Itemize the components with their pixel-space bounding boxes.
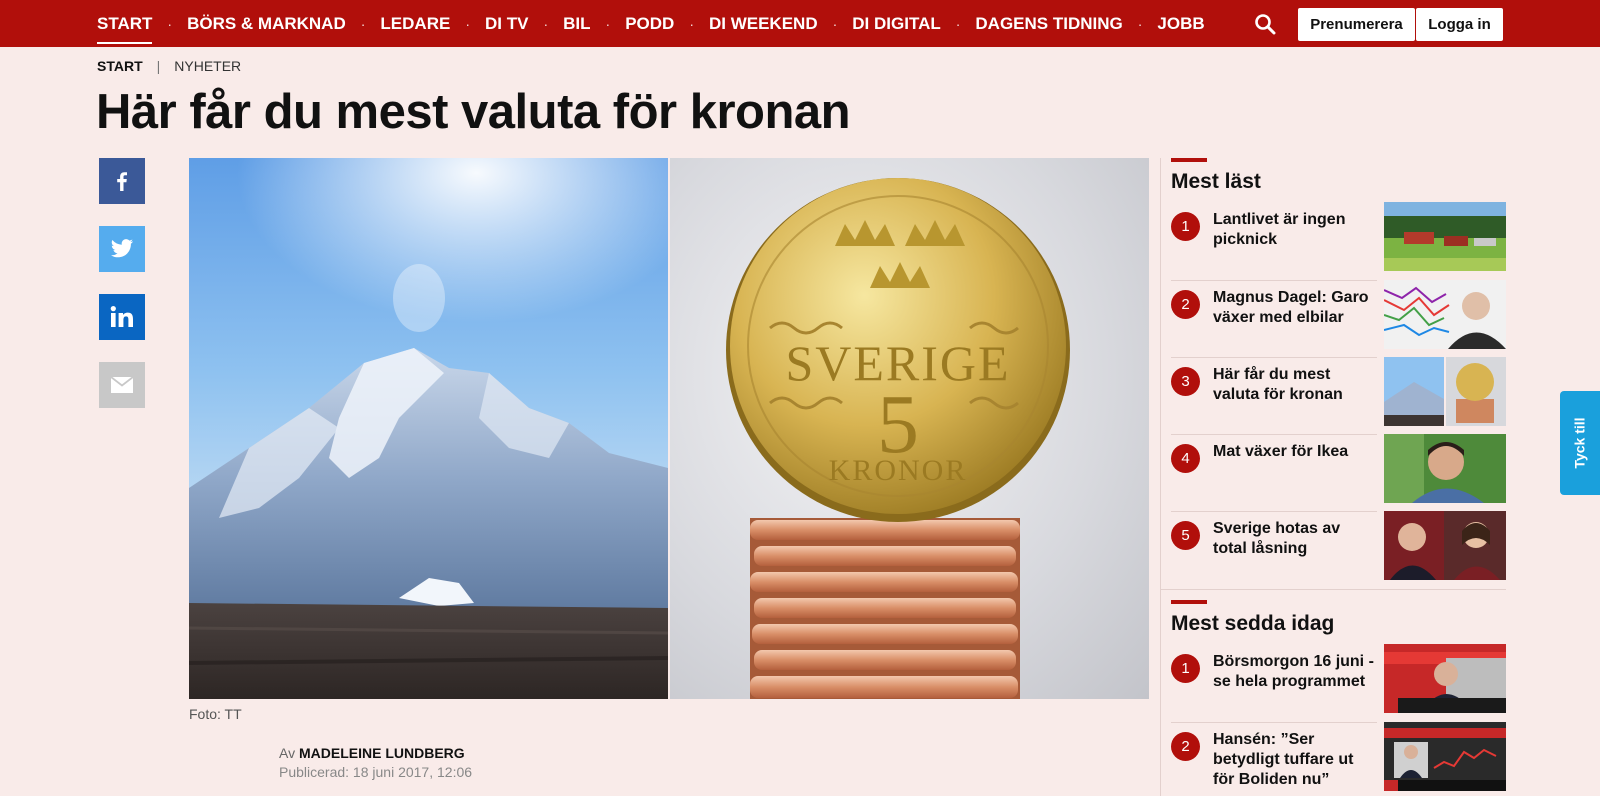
rank-badge: 1 xyxy=(1171,654,1200,683)
most-read-headline[interactable]: Här får du mest valuta för kronan xyxy=(1213,365,1376,405)
breadcrumb-section[interactable]: NYHETER xyxy=(174,58,241,74)
nav-ledare[interactable]: LEDARE xyxy=(380,14,450,34)
most-read-item[interactable]: 5 Sverige hotas av total låsning xyxy=(1171,511,1506,588)
breadcrumb: START | NYHETER xyxy=(97,58,241,74)
most-read-headline[interactable]: Sverige hotas av total låsning xyxy=(1213,519,1376,559)
most-viewed-headline[interactable]: Börsmorgon 16 juni - se hela programmet xyxy=(1213,652,1376,692)
nav-separator: · xyxy=(605,15,611,32)
sidebar-divider xyxy=(1160,158,1161,796)
linkedin-share-button[interactable] xyxy=(99,294,145,340)
most-read-headline[interactable]: Mat växer för Ikea xyxy=(1213,442,1376,462)
nav-di-tv[interactable]: DI TV xyxy=(485,14,528,34)
portrait-chart-thumbnail xyxy=(1384,280,1506,349)
man-portrait-thumbnail xyxy=(1384,434,1506,503)
rank-badge: 4 xyxy=(1171,444,1200,473)
author-name[interactable]: MADELEINE LUNDBERG xyxy=(299,745,465,761)
nav-di-weekend[interactable]: DI WEEKEND xyxy=(709,14,818,34)
article-title: Här får du mest valuta för kronan xyxy=(96,85,851,139)
section-divider xyxy=(1160,589,1506,590)
gold-coin: SVERIGE 5 KRONOR xyxy=(726,178,1070,522)
rank-badge: 1 xyxy=(1171,212,1200,241)
most-read-item[interactable]: 2 Magnus Dagel: Garo växer med elbilar xyxy=(1171,280,1506,357)
most-viewed-headline[interactable]: Hansén: ”Ser betydligt tuffare ut för Bo… xyxy=(1213,730,1376,790)
rank-badge: 2 xyxy=(1171,732,1200,761)
mountain-photo xyxy=(189,158,668,699)
nav-podd[interactable]: PODD xyxy=(625,14,674,34)
feedback-tab[interactable]: Tyck till xyxy=(1560,391,1600,495)
nav-jobb[interactable]: JOBB xyxy=(1157,14,1204,34)
coin-unit-text: KRONOR xyxy=(829,454,968,487)
most-read-item[interactable]: 3 Här får du mest valuta för kronan xyxy=(1171,357,1506,434)
subscribe-button[interactable]: Prenumerera xyxy=(1298,8,1415,41)
countryside-thumbnail xyxy=(1384,202,1506,271)
nav-separator: · xyxy=(360,15,366,32)
search-icon[interactable] xyxy=(1253,12,1277,36)
nav-separator: · xyxy=(832,15,838,32)
published-date: Publicerad: 18 juni 2017, 12:06 xyxy=(279,764,473,780)
rank-badge: 2 xyxy=(1171,290,1200,319)
most-read-headline[interactable]: Lantlivet är ingen picknick xyxy=(1213,210,1376,250)
copper-coin-stack xyxy=(750,518,1020,699)
email-share-button[interactable] xyxy=(99,362,145,408)
email-icon xyxy=(111,377,133,393)
top-navigation: START · BÖRS & MARKNAD · LEDARE · DI TV … xyxy=(0,0,1600,47)
feedback-label: Tyck till xyxy=(1572,417,1588,469)
breadcrumb-start[interactable]: START xyxy=(97,58,143,74)
nav-separator: · xyxy=(167,15,173,32)
rank-badge: 5 xyxy=(1171,521,1200,550)
twitter-icon xyxy=(111,239,133,258)
nav-di-digital[interactable]: DI DIGITAL xyxy=(852,14,940,34)
coin-photo: SVERIGE 5 KRONOR xyxy=(670,158,1149,699)
most-read-headline[interactable]: Magnus Dagel: Garo växer med elbilar xyxy=(1213,288,1376,328)
twitter-share-button[interactable] xyxy=(99,226,145,272)
nav-bors-marknad[interactable]: BÖRS & MARKNAD xyxy=(187,14,346,34)
politicians-thumbnail xyxy=(1384,511,1506,580)
section-accent-bar xyxy=(1171,158,1207,162)
rank-badge: 3 xyxy=(1171,367,1200,396)
most-viewed-item[interactable]: 1 Börsmorgon 16 juni - se hela programme… xyxy=(1171,644,1506,721)
most-viewed-item[interactable]: 2 Hansén: ”Ser betydligt tuffare ut för … xyxy=(1171,722,1506,796)
video-thumbnail xyxy=(1384,644,1506,713)
byline: Av MADELEINE LUNDBERG xyxy=(279,745,465,761)
video-thumbnail xyxy=(1384,722,1506,791)
mountain-coin-thumbnail xyxy=(1384,357,1506,426)
nav-separator: · xyxy=(1137,15,1143,32)
breadcrumb-separator: | xyxy=(156,58,161,74)
nav-separator: · xyxy=(955,15,961,32)
facebook-share-button[interactable] xyxy=(99,158,145,204)
nav-separator: · xyxy=(689,15,694,32)
main-menu: START · BÖRS & MARKNAD · LEDARE · DI TV … xyxy=(97,0,1205,47)
login-button[interactable]: Logga in xyxy=(1416,8,1503,41)
facebook-icon xyxy=(117,172,127,191)
byline-prefix: Av xyxy=(279,745,296,761)
linkedin-icon xyxy=(110,306,133,327)
most-read-item[interactable]: 4 Mat växer för Ikea xyxy=(1171,434,1506,511)
most-read-item[interactable]: 1 Lantlivet är ingen picknick xyxy=(1171,202,1506,279)
nav-bil[interactable]: BIL xyxy=(563,14,590,34)
most-viewed-title: Mest sedda idag xyxy=(1171,612,1335,635)
nav-start[interactable]: START xyxy=(97,14,153,44)
article-hero-image: SVERIGE 5 KRONOR xyxy=(189,158,1149,699)
nav-dagens-tidning[interactable]: DAGENS TIDNING xyxy=(975,14,1122,34)
nav-separator: · xyxy=(543,15,549,32)
nav-separator: · xyxy=(465,15,470,32)
most-read-title: Mest läst xyxy=(1171,170,1261,193)
section-accent-bar xyxy=(1171,600,1207,604)
photo-credit: Foto: TT xyxy=(189,706,242,722)
